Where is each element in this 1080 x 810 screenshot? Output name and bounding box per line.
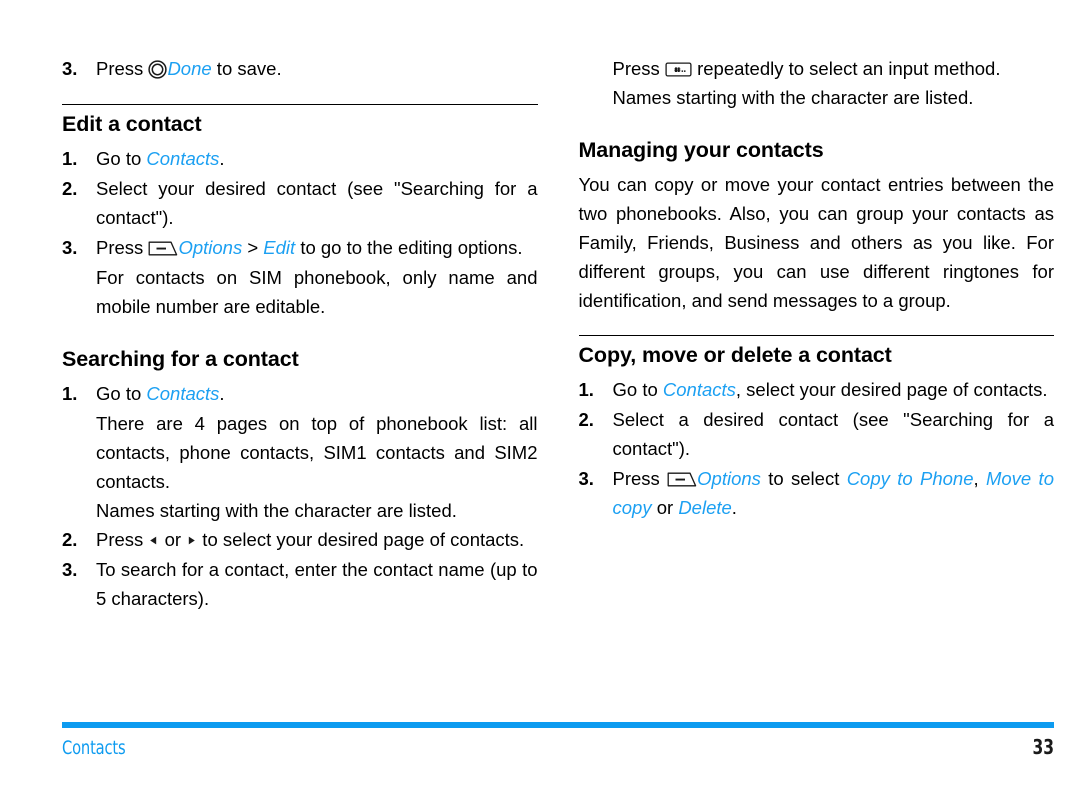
step-text-after: .	[219, 147, 225, 169]
list-item-text: Select a desired contact (see "Searching…	[612, 408, 1055, 459]
list-item-text: Press or to select your desired page of …	[96, 525, 538, 554]
menu-link-contacts[interactable]: Contacts	[146, 383, 219, 404]
list-item-number: 3.	[578, 467, 594, 489]
step-text-after: .	[731, 496, 737, 518]
continued-paragraph: Press repeatedly to select an input meth…	[613, 54, 1055, 83]
list-item: 3. To search for a contact, enter the co…	[62, 555, 538, 613]
section-divider	[578, 334, 1054, 336]
list-item-number: 3.	[62, 58, 78, 79]
footer-accent-bar	[62, 722, 1054, 728]
step-text-before: Go to	[612, 378, 663, 400]
list-item: 1. Go to Contacts.	[62, 379, 538, 408]
list-item: 3. Press Options to select Copy to Phone…	[579, 464, 1055, 522]
manual-page: 3. Press Done to save. Edit a contact 1.…	[0, 0, 1080, 810]
step-text-after: , select your desired page of contacts.	[735, 378, 1048, 400]
footer-chapter-label: Contacts	[62, 737, 126, 759]
step-text-after: .	[219, 382, 225, 404]
list-item-number: 3.	[62, 236, 78, 258]
menu-link-contacts[interactable]: Contacts	[146, 148, 219, 169]
step-text-before: Press	[96, 58, 149, 79]
list-item: 2. Select your desired contact (see "Sea…	[62, 174, 538, 232]
softkey-label-done[interactable]: Done	[167, 58, 211, 79]
step-text-before: Press	[612, 58, 665, 79]
list-item: 1. Go to Contacts, select your desired p…	[579, 375, 1055, 404]
list-item-text: Press Done to save.	[96, 54, 538, 83]
softkey-label-options[interactable]: Options	[178, 237, 242, 258]
list-item-note: For contacts on SIM phonebook, only name…	[96, 266, 538, 317]
right-column: Press repeatedly to select an input meth…	[578, 54, 1055, 704]
left-softkey-icon	[667, 472, 697, 487]
list-item-number: 1.	[62, 147, 78, 169]
step-text-before: Go to	[96, 147, 147, 169]
menu-link-copy-to-phone[interactable]: Copy to Phone	[847, 468, 974, 489]
list-item-text: Press Options to select Copy to Phone, M…	[613, 464, 1055, 522]
list-item-text: Go to Contacts, select your desired page…	[613, 375, 1055, 404]
page-number: 33	[1032, 735, 1054, 759]
list-item-number: 1.	[578, 378, 594, 400]
heading-managing-your-contacts: Managing your contacts	[578, 138, 824, 162]
heading-edit-a-contact: Edit a contact	[62, 112, 202, 136]
step-text-before: Go to	[96, 382, 147, 404]
hash-input-key-icon	[665, 62, 692, 77]
step-text-after: repeatedly to select an input method.	[691, 58, 1001, 79]
footer-row: Contacts 33	[62, 735, 1054, 759]
list-item: 2. Press or to select your desired page …	[62, 525, 538, 554]
list-item-text: Select your desired contact (see "Search…	[96, 177, 538, 228]
list-item-number: 2.	[62, 177, 78, 199]
left-column: 3. Press Done to save. Edit a contact 1.…	[62, 54, 538, 704]
list-item-number: 2.	[578, 408, 594, 430]
page-footer: Contacts 33	[62, 722, 1054, 759]
list-item-text: Go to Contacts.	[96, 379, 538, 408]
list-item-note: Names starting with the character are li…	[96, 499, 457, 521]
list-item-text: Press Options > Edit to go to the editin…	[96, 233, 538, 262]
heading-copy-move-delete-a-contact: Copy, move or delete a contact	[578, 342, 892, 367]
list-item-number: 3.	[62, 558, 78, 580]
step-text-mid: or	[159, 528, 187, 550]
left-arrow-key-icon	[148, 534, 159, 547]
menu-link-contacts[interactable]: Contacts	[663, 379, 736, 400]
step-text-after: to save.	[211, 58, 282, 79]
right-arrow-key-icon	[186, 534, 197, 547]
circle-select-key-icon	[148, 60, 168, 79]
list-item: 1. Go to Contacts.	[62, 144, 538, 173]
menu-link-delete[interactable]: Delete	[678, 497, 731, 518]
step-text-mid3: or	[651, 496, 679, 518]
continued-note: Names starting with the character are li…	[612, 87, 974, 108]
step-text-mid2: ,	[973, 467, 986, 489]
list-item: 3. Press Options > Edit to go to the edi…	[62, 233, 538, 262]
section-divider	[62, 104, 538, 105]
list-item-text: Go to Contacts.	[96, 144, 538, 173]
step-text-before: Press	[96, 528, 149, 550]
softkey-label-options[interactable]: Options	[697, 468, 761, 489]
step-text-mid: to select	[760, 467, 847, 489]
step-text-after: to select your desired page of contacts.	[197, 528, 525, 550]
two-column-layout: 3. Press Done to save. Edit a contact 1.…	[62, 54, 1054, 704]
step-text-before: Press	[612, 467, 668, 489]
step-text-after: to go to the editing options.	[295, 236, 523, 258]
list-item-number: 1.	[62, 382, 78, 404]
left-softkey-icon	[148, 241, 178, 256]
menu-link-edit[interactable]: Edit	[263, 237, 295, 258]
step-text-before: Press	[96, 236, 149, 258]
list-item: 3. Press Done to save.	[62, 54, 538, 83]
list-item: 2. Select a desired contact (see "Search…	[579, 405, 1055, 463]
step-text-mid: >	[242, 236, 264, 258]
heading-searching-for-a-contact: Searching for a contact	[62, 346, 299, 371]
list-item-number: 2.	[62, 528, 78, 550]
managing-paragraph: You can copy or move your contact entrie…	[578, 173, 1055, 311]
list-item-text: To search for a contact, enter the conta…	[96, 558, 538, 609]
list-item-note: There are 4 pages on top of phonebook li…	[96, 412, 538, 492]
